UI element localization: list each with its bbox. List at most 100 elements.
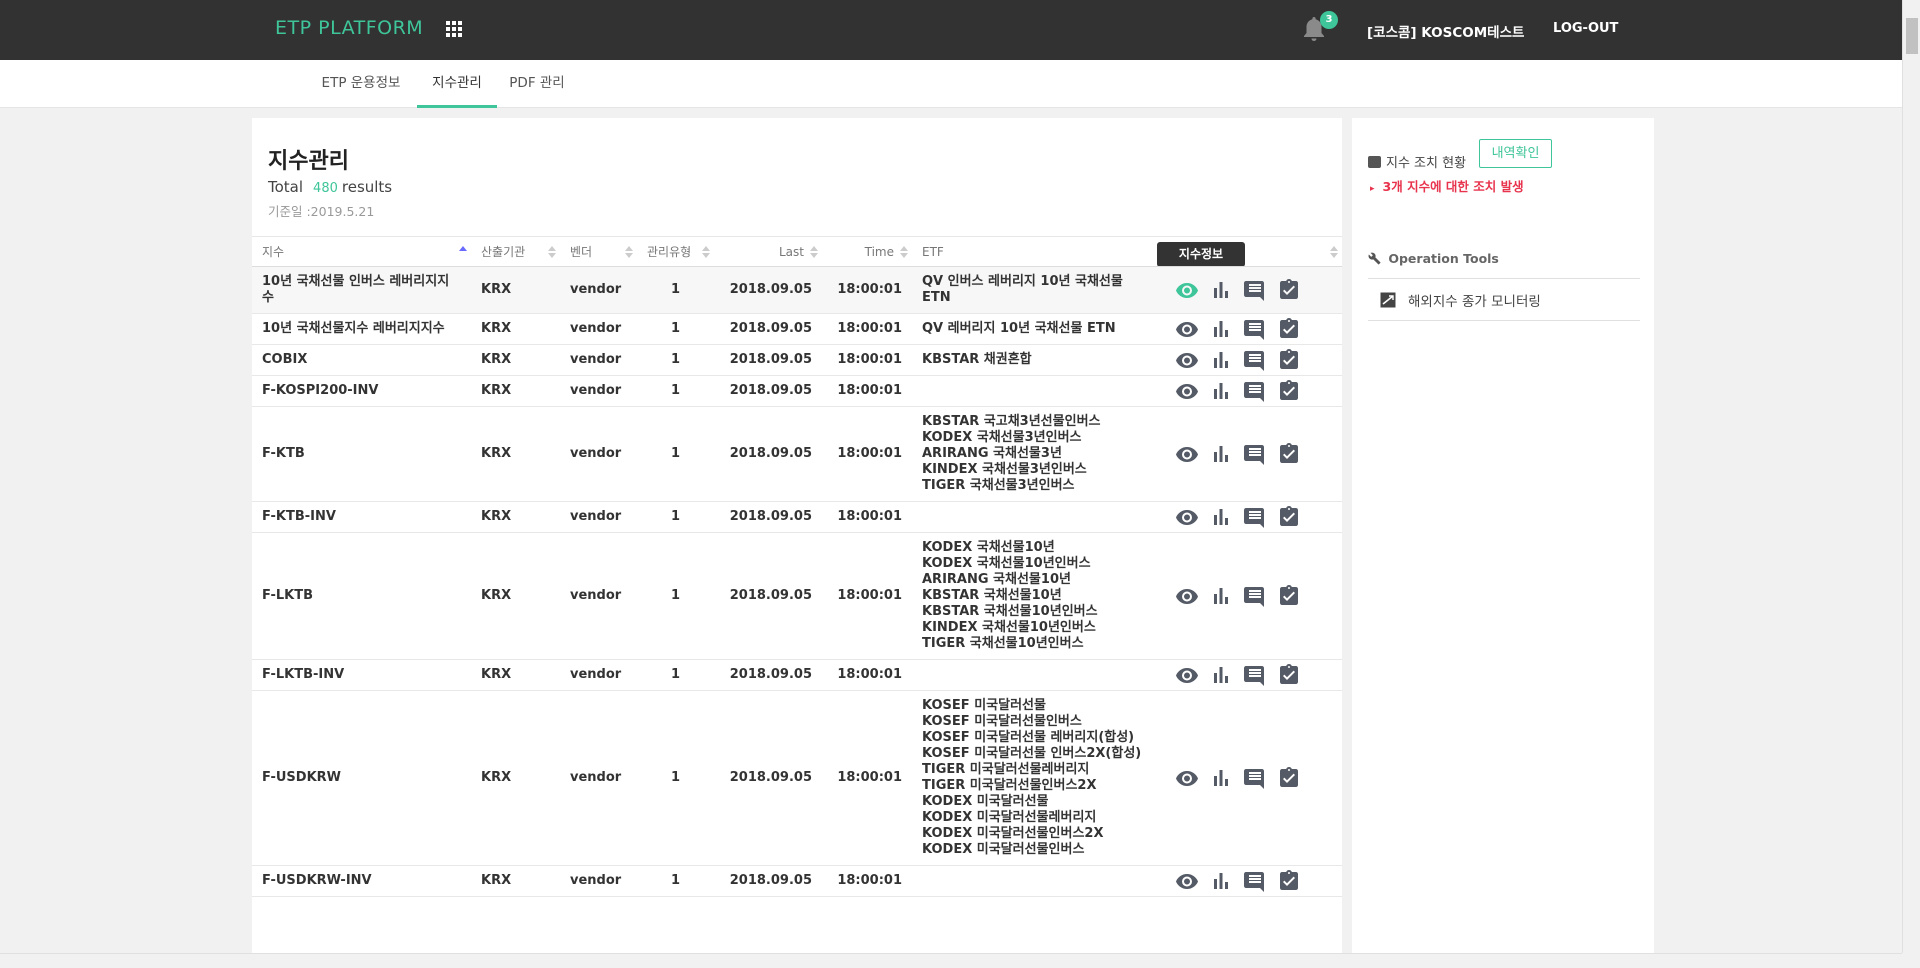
- total-count: 480: [313, 181, 338, 196]
- total-label: Total: [268, 178, 304, 196]
- clipboard-check-icon[interactable]: [1277, 663, 1301, 687]
- cell-vendor: vendor: [560, 690, 637, 866]
- tool-label: 해외지수 종가 모니터링: [1408, 293, 1541, 310]
- cell-type: 1: [637, 501, 714, 533]
- comment-icon[interactable]: [1243, 442, 1267, 466]
- cell-etf: [912, 865, 1162, 897]
- apps-grid-icon[interactable]: [446, 21, 462, 37]
- table-row[interactable]: F-USDKRW-INV KRX vendor 1 2018.09.05 18:00:01: [252, 865, 1342, 897]
- tool-overseas-close-monitoring[interactable]: 해외지수 종가 모니터링: [1368, 279, 1640, 321]
- cell-actions: [1162, 501, 1342, 533]
- table-row[interactable]: F-KOSPI200-INV KRX vendor 1 2018.09.05 18:00:…: [252, 375, 1342, 407]
- comment-icon[interactable]: [1243, 317, 1267, 341]
- view-eye-icon[interactable]: [1175, 869, 1199, 893]
- col-header-last[interactable]: Last: [714, 236, 822, 267]
- cell-last-date: 2018.09.05: [714, 690, 822, 866]
- comment-icon[interactable]: [1243, 278, 1267, 302]
- etf-item: KODEX 국채선물3년인버스: [922, 430, 1082, 445]
- view-eye-icon[interactable]: [1175, 584, 1199, 608]
- cell-agency: KRX: [471, 532, 560, 660]
- col-header-time[interactable]: Time: [822, 236, 912, 267]
- clipboard-check-icon[interactable]: [1277, 505, 1301, 529]
- cell-vendor: vendor: [560, 659, 637, 691]
- etf-item: KODEX 국채선물10년인버스: [922, 556, 1091, 571]
- table-row[interactable]: 10년 국채선물지수 레버리지지수 KRX vendor 1 2018.09.05 18:…: [252, 313, 1342, 345]
- tab-etp-info[interactable]: ETP 운용정보: [314, 60, 408, 108]
- base-date: 기준일 :2019.5.21: [268, 204, 375, 219]
- bar-chart-icon[interactable]: [1209, 584, 1233, 608]
- table-row[interactable]: F-LKTB-INV KRX vendor 1 2018.09.05 18:00:01: [252, 659, 1342, 691]
- clipboard-check-icon[interactable]: [1277, 869, 1301, 893]
- table-row[interactable]: F-USDKRW KRX vendor 1 2018.09.05 18:00:01 KOSE…: [252, 690, 1342, 866]
- horizontal-scrollbar[interactable]: [0, 953, 1902, 968]
- clipboard-check-icon[interactable]: [1277, 278, 1301, 302]
- view-eye-icon[interactable]: [1175, 348, 1199, 372]
- bar-chart-icon[interactable]: [1209, 505, 1233, 529]
- table-row[interactable]: F-KTB KRX vendor 1 2018.09.05 18:00:01 KBSTAR …: [252, 406, 1342, 502]
- view-eye-icon[interactable]: [1175, 766, 1199, 790]
- col-header-agency[interactable]: 산출기관: [471, 236, 560, 267]
- col-header-vendor[interactable]: 벤더: [560, 236, 637, 267]
- clipboard-check-icon[interactable]: [1277, 766, 1301, 790]
- cell-actions: [1162, 865, 1342, 897]
- etf-item: KODEX 미국달러선물: [922, 794, 1049, 809]
- view-eye-icon[interactable]: [1175, 317, 1199, 341]
- view-eye-icon[interactable]: [1175, 442, 1199, 466]
- cell-type: 1: [637, 865, 714, 897]
- clipboard-check-icon[interactable]: [1277, 348, 1301, 372]
- comment-icon[interactable]: [1243, 766, 1267, 790]
- history-button[interactable]: 내역확인: [1479, 139, 1552, 168]
- tab-pdf-management[interactable]: PDF 관리: [505, 60, 569, 108]
- view-eye-icon[interactable]: [1175, 278, 1199, 302]
- bar-chart-icon[interactable]: [1209, 663, 1233, 687]
- bar-chart-icon[interactable]: [1209, 278, 1233, 302]
- wrench-icon: [1368, 252, 1381, 265]
- comment-icon[interactable]: [1243, 348, 1267, 372]
- clipboard-check-icon[interactable]: [1277, 584, 1301, 608]
- logout-button[interactable]: LOG-OUT: [1553, 21, 1618, 36]
- sort-icon: [625, 246, 633, 258]
- view-eye-icon[interactable]: [1175, 663, 1199, 687]
- comment-icon[interactable]: [1243, 379, 1267, 403]
- table-row[interactable]: F-KTB-INV KRX vendor 1 2018.09.05 18:00:01: [252, 501, 1342, 533]
- clipboard-check-icon[interactable]: [1277, 442, 1301, 466]
- cell-actions: [1162, 375, 1342, 407]
- view-eye-icon[interactable]: [1175, 505, 1199, 529]
- cell-index-name: F-KTB-INV: [252, 501, 471, 533]
- col-header-etf[interactable]: ETF: [912, 236, 1162, 267]
- etf-item: KBSTAR 국채선물10년인버스: [922, 604, 1098, 619]
- view-eye-icon[interactable]: [1175, 379, 1199, 403]
- index-list-panel: 지수관리 Total 480 results 기준일 :2019.5.21 지수정보…: [252, 118, 1342, 953]
- cell-last-date: 2018.09.05: [714, 313, 822, 345]
- bar-chart-icon[interactable]: [1209, 442, 1233, 466]
- table-row[interactable]: F-LKTB KRX vendor 1 2018.09.05 18:00:01 KODEX …: [252, 532, 1342, 660]
- cell-agency: KRX: [471, 406, 560, 502]
- table-row[interactable]: 10년 국채선물 인버스 레버리지지수 KRX vendor 1 2018.09.05 1…: [252, 266, 1342, 314]
- col-header-type[interactable]: 관리유형: [637, 236, 714, 267]
- comment-icon[interactable]: [1243, 505, 1267, 529]
- bar-chart-icon[interactable]: [1209, 348, 1233, 372]
- bar-chart-icon[interactable]: [1209, 317, 1233, 341]
- comment-icon[interactable]: [1243, 663, 1267, 687]
- tab-index-management[interactable]: 지수관리: [417, 60, 497, 108]
- monitor-tool-icon: [1380, 292, 1396, 307]
- comment-icon[interactable]: [1243, 584, 1267, 608]
- brand-logo[interactable]: ETP PLATFORM: [275, 17, 423, 39]
- bar-chart-icon[interactable]: [1209, 766, 1233, 790]
- clipboard-check-icon[interactable]: [1277, 379, 1301, 403]
- cell-etf: [912, 501, 1162, 533]
- bar-chart-icon[interactable]: [1209, 869, 1233, 893]
- comment-icon[interactable]: [1243, 869, 1267, 893]
- vertical-scrollbar[interactable]: [1902, 0, 1920, 953]
- col-header-index[interactable]: 지수: [252, 236, 471, 267]
- cell-type: 1: [637, 313, 714, 345]
- cell-index-name: 10년 국채선물 인버스 레버리지지수: [252, 266, 471, 314]
- cell-last-date: 2018.09.05: [714, 532, 822, 660]
- table-row[interactable]: COBIX KRX vendor 1 2018.09.05 18:00:01 KBSTAR …: [252, 344, 1342, 376]
- bar-chart-icon[interactable]: [1209, 379, 1233, 403]
- etf-item: KOSEF 미국달러선물: [922, 698, 1046, 713]
- cell-last-date: 2018.09.05: [714, 501, 822, 533]
- clipboard-check-icon[interactable]: [1277, 317, 1301, 341]
- scroll-thumb[interactable]: [1906, 18, 1918, 54]
- col-header-actions[interactable]: [1162, 236, 1342, 267]
